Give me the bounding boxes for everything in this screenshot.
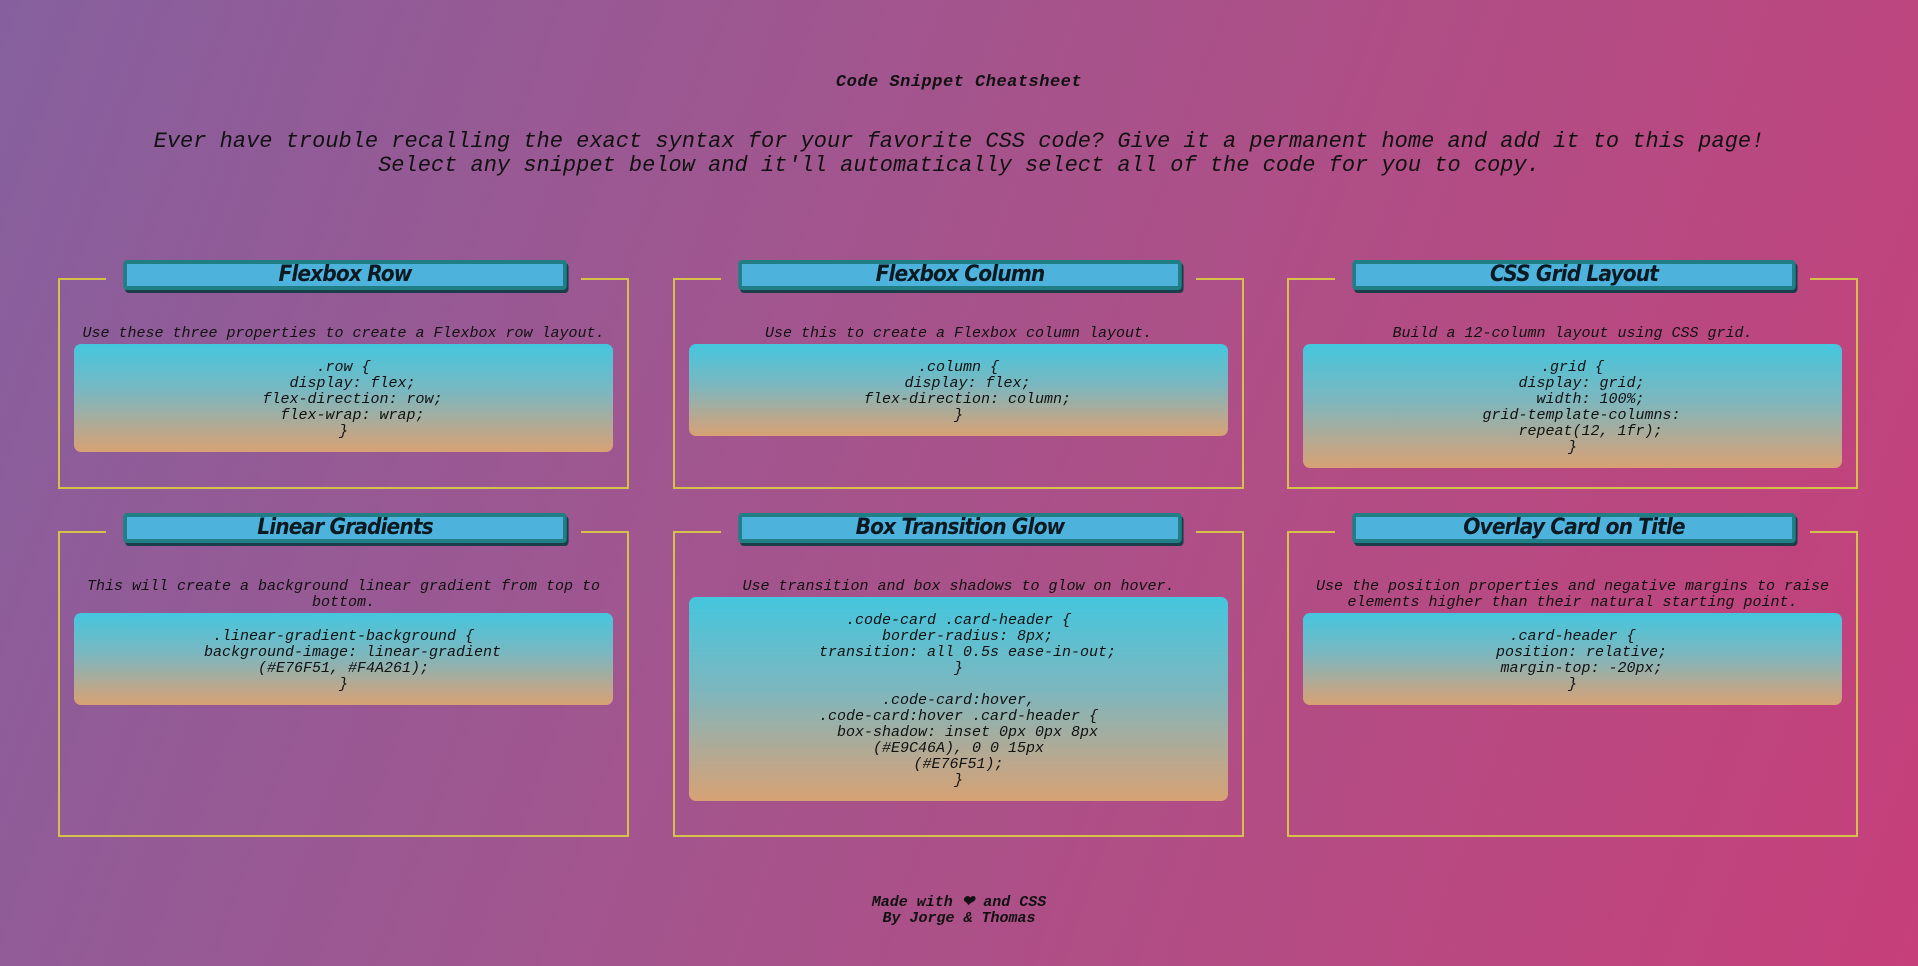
card-header: Overlay Card on Title [1352,513,1796,543]
code-card-css-grid: CSS Grid Layout Build a 12-column layout… [1287,260,1858,489]
code-card-flexbox-row: Flexbox Row Use these three properties t… [58,260,629,489]
snippet-grid: Flexbox Row Use these three properties t… [0,0,1918,966]
card-header: Flexbox Row [123,260,567,290]
code-snippet[interactable]: .grid { display: grid; width: 100%; grid… [1303,344,1842,468]
code-card-linear-gradients: Linear Gradients This will create a back… [58,513,629,837]
card-header: Box Transition Glow [738,513,1182,543]
footer-line-1: Made with ❤ and CSS [871,894,1047,911]
card-header: Flexbox Column [738,260,1182,290]
card-header: Linear Gradients [123,513,567,543]
card-description: Use the position properties and negative… [1315,578,1830,611]
card-header: CSS Grid Layout [1352,260,1796,290]
code-snippet[interactable]: .row { display: flex; flex-direction: ro… [74,344,613,452]
card-description: This will create a background linear gra… [86,578,601,611]
code-card-overlay-card: Overlay Card on Title Use the position p… [1287,513,1858,837]
code-snippet[interactable]: .card-header { position: relative; margi… [1303,613,1842,705]
card-description: Use transition and box shadows to glow o… [742,578,1175,595]
card-description: Use these three properties to create a F… [82,325,605,342]
code-snippet[interactable]: .linear-gradient-background { background… [74,613,613,705]
code-snippet[interactable]: .column { display: flex; flex-direction:… [689,344,1228,436]
footer-line-2: By Jorge & Thomas [882,910,1036,927]
code-card-flexbox-column: Flexbox Column Use this to create a Flex… [673,260,1244,489]
footer: Made with ❤ and CSS By Jorge & Thomas [0,895,1918,927]
card-description: Use this to create a Flexbox column layo… [764,325,1153,342]
card-description: Build a 12-column layout using CSS grid. [1392,325,1753,342]
code-snippet[interactable]: .code-card .card-header { border-radius:… [689,597,1228,801]
code-card-box-transition-glow: Box Transition Glow Use transition and b… [673,513,1244,837]
